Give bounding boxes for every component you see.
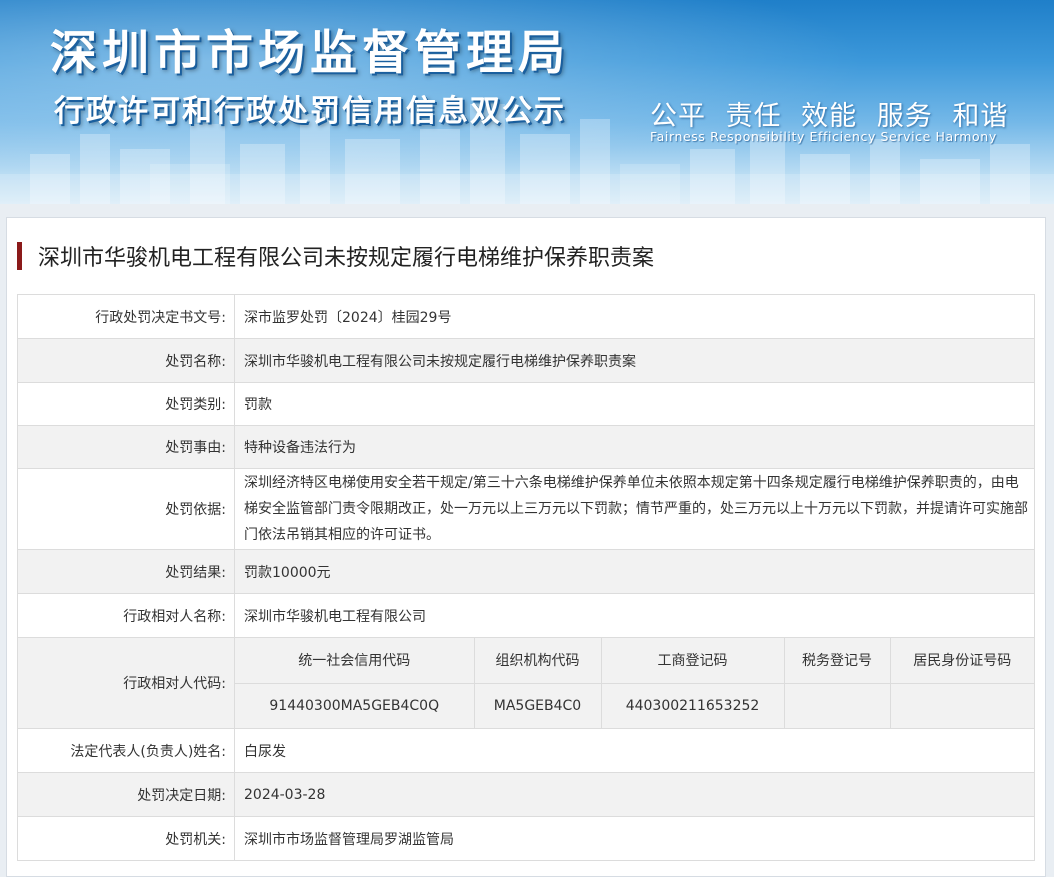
case-title-block: 深圳市华骏机电工程有限公司未按规定履行电梯维护保养职责案 <box>17 240 654 272</box>
penalty-info-table: 行政处罚决定书文号: 深市监罗处罚〔2024〕桂园29号 处罚名称: 深圳市华骏… <box>17 294 1035 861</box>
code-header: 工商登记码 <box>600 638 785 684</box>
banner-slogan-en: Fairness Responsibility Efficiency Servi… <box>650 129 997 144</box>
row-value: 白尿发 <box>234 728 1035 773</box>
table-row-party-code: 行政相对人代码: 统一社会信用代码 组织机构代码 工商登记码 税务登记号 居民身… <box>17 637 1035 729</box>
header-banner: 深圳市市场监督管理局 行政许可和行政处罚信用信息双公示 公平 责任 效能 服务 … <box>0 0 1054 204</box>
row-label: 处罚事由: <box>17 425 235 469</box>
code-header: 组织机构代码 <box>473 638 602 684</box>
code-header-row: 统一社会信用代码 组织机构代码 工商登记码 税务登记号 居民身份证号码 <box>235 638 1034 684</box>
row-label: 行政相对人名称: <box>17 593 235 638</box>
party-code-cell: 统一社会信用代码 组织机构代码 工商登记码 税务登记号 居民身份证号码 9144… <box>234 637 1035 729</box>
code-value <box>783 682 891 728</box>
row-value: 深圳经济特区电梯使用安全若干规定/第三十六条电梯维护保养单位未依照本规定第十四条… <box>234 468 1035 550</box>
table-row-result: 处罚结果: 罚款10000元 <box>17 549 1035 594</box>
code-header: 税务登记号 <box>783 638 891 684</box>
table-row-date: 处罚决定日期: 2024-03-28 <box>17 772 1035 817</box>
table-row-basis: 处罚依据: 深圳经济特区电梯使用安全若干规定/第三十六条电梯维护保养单位未依照本… <box>17 468 1035 550</box>
row-value: 罚款 <box>234 382 1035 426</box>
content-panel: 深圳市华骏机电工程有限公司未按规定履行电梯维护保养职责案 行政处罚决定书文号: … <box>6 217 1046 877</box>
row-value: 深圳市华骏机电工程有限公司 <box>234 593 1035 638</box>
table-row-category: 处罚类别: 罚款 <box>17 382 1035 426</box>
code-value-row: 91440300MA5GEB4C0Q MA5GEB4C0 44030021165… <box>235 682 1034 728</box>
table-row-doc-no: 行政处罚决定书文号: 深市监罗处罚〔2024〕桂园29号 <box>17 294 1035 339</box>
code-header: 统一社会信用代码 <box>235 638 475 684</box>
table-row-legal-rep: 法定代表人(负责人)姓名: 白尿发 <box>17 728 1035 773</box>
code-value: 91440300MA5GEB4C0Q <box>235 682 475 728</box>
banner-title: 深圳市市场监督管理局 <box>50 26 570 81</box>
party-code-table: 统一社会信用代码 组织机构代码 工商登记码 税务登记号 居民身份证号码 9144… <box>235 638 1034 728</box>
row-value: 深圳市华骏机电工程有限公司未按规定履行电梯维护保养职责案 <box>234 338 1035 383</box>
code-value: MA5GEB4C0 <box>473 682 602 728</box>
row-label: 处罚依据: <box>17 468 235 550</box>
banner-slogan: 公平 责任 效能 服务 和谐 <box>650 101 1009 132</box>
code-value: 440300211653252 <box>600 682 785 728</box>
row-value: 罚款10000元 <box>234 549 1035 594</box>
code-header: 居民身份证号码 <box>889 638 1034 684</box>
title-accent-bar <box>17 242 22 270</box>
table-row-reason: 处罚事由: 特种设备违法行为 <box>17 425 1035 469</box>
row-value: 深市监罗处罚〔2024〕桂园29号 <box>234 294 1035 339</box>
row-label: 处罚机关: <box>17 816 235 861</box>
row-value: 2024-03-28 <box>234 772 1035 817</box>
row-label: 法定代表人(负责人)姓名: <box>17 728 235 773</box>
row-label: 处罚决定日期: <box>17 772 235 817</box>
row-value: 特种设备违法行为 <box>234 425 1035 469</box>
case-title: 深圳市华骏机电工程有限公司未按规定履行电梯维护保养职责案 <box>38 246 655 271</box>
row-label: 处罚名称: <box>17 338 235 383</box>
table-row-authority: 处罚机关: 深圳市市场监督管理局罗湖监管局 <box>17 816 1035 861</box>
table-row-party-name: 行政相对人名称: 深圳市华骏机电工程有限公司 <box>17 593 1035 638</box>
row-value: 深圳市市场监督管理局罗湖监管局 <box>234 816 1035 861</box>
banner-subtitle: 行政许可和行政处罚信用信息双公示 <box>54 94 566 129</box>
row-label: 处罚结果: <box>17 549 235 594</box>
code-value <box>889 682 1034 728</box>
row-label: 行政相对人代码: <box>17 637 235 729</box>
row-label: 处罚类别: <box>17 382 235 426</box>
table-row-name: 处罚名称: 深圳市华骏机电工程有限公司未按规定履行电梯维护保养职责案 <box>17 338 1035 383</box>
row-label: 行政处罚决定书文号: <box>17 294 235 339</box>
